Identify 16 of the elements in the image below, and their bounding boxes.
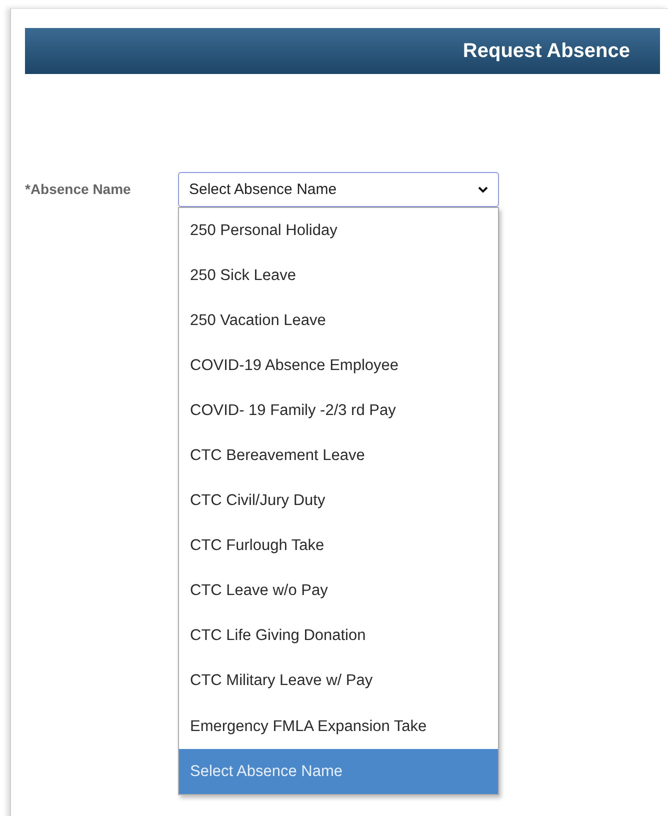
field-label: *Absence Name bbox=[25, 180, 132, 197]
page-title: Request Absence bbox=[462, 40, 630, 62]
dropdown-option[interactable]: COVID-19 Absence Employee bbox=[179, 343, 498, 388]
absence-name-select[interactable]: Select Absence Name bbox=[178, 172, 499, 207]
dropdown-option[interactable]: CTC Military Leave w/ Pay bbox=[179, 658, 498, 704]
dropdown-option[interactable]: CTC Bereavement Leave bbox=[179, 433, 498, 479]
dropdown-option[interactable]: Emergency FMLA Expansion Take bbox=[179, 704, 498, 750]
dropdown-option[interactable]: 250 Personal Holiday bbox=[179, 208, 498, 254]
dropdown-option[interactable]: CTC Civil/Jury Duty bbox=[179, 478, 498, 524]
dropdown-option[interactable]: CTC Life Giving Donation bbox=[179, 614, 498, 659]
dropdown-option[interactable]: 250 Sick Leave bbox=[179, 253, 498, 298]
dropdown-option[interactable]: 250 Vacation Leave bbox=[179, 298, 498, 344]
dropdown-option[interactable]: COVID- 19 Family -2/3 rd Pay bbox=[179, 388, 498, 434]
chevron-down-icon bbox=[478, 186, 488, 193]
dropdown-option[interactable]: CTC Leave w/o Pay bbox=[179, 568, 498, 614]
dropdown-option[interactable]: CTC Furlough Take bbox=[179, 524, 498, 569]
